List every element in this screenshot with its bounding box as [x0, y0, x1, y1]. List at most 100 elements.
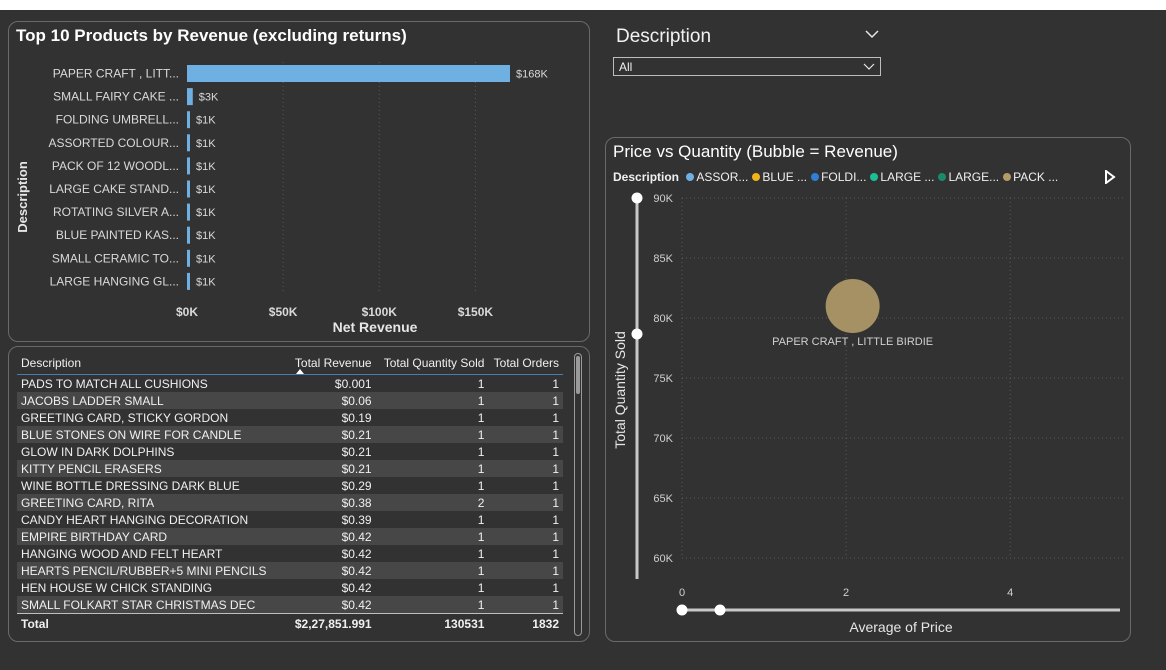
cell-total-orders: 1: [488, 579, 563, 596]
bar-data-label: $1K: [196, 161, 216, 173]
cell-total-revenue: $0.39: [288, 511, 376, 528]
table-row[interactable]: GREETING CARD, RITA $0.38 2 1: [17, 494, 563, 511]
bar[interactable]: [187, 111, 190, 129]
legend-item[interactable]: BLUE ...: [752, 170, 807, 184]
cell-description: CANDY HEART HANGING DECORATION: [17, 511, 289, 528]
bar[interactable]: [187, 88, 193, 106]
table-scrollbar-thumb[interactable]: [576, 356, 580, 394]
table-header-row: Description Total Revenue Total Quantity…: [17, 352, 563, 375]
scatter-y-tick-label: 65K: [653, 493, 673, 505]
scatter-x-tick-label: 4: [1007, 587, 1013, 599]
column-header-total-quantity-sold[interactable]: Total Quantity Sold: [376, 352, 489, 375]
cell-total-quantity: 1: [375, 545, 489, 562]
cell-total-orders: 1: [488, 562, 563, 579]
bar-category-label: ROTATING SILVER A...: [53, 205, 179, 219]
bar[interactable]: [187, 180, 190, 198]
legend-item[interactable]: PACK ...: [1003, 170, 1058, 184]
cell-total-revenue: $0.42: [288, 596, 376, 614]
bar[interactable]: [187, 249, 190, 267]
legend-item[interactable]: LARGE...: [938, 170, 999, 184]
column-header-total-orders[interactable]: Total Orders: [488, 352, 563, 375]
y-zoom-slider-bottom-handle[interactable]: [631, 328, 643, 340]
scatter-bubble[interactable]: [825, 279, 880, 334]
legend-marker: [938, 173, 947, 181]
bar-data-label: $1K: [196, 115, 216, 127]
total-label: Total: [17, 613, 289, 634]
y-zoom-slider-top-handle[interactable]: [631, 192, 643, 204]
table-row[interactable]: HEN HOUSE W CHICK STANDING $0.42 1 1: [17, 579, 563, 596]
scatter-chart[interactable]: Total Quantity Sold Average of Price 90K…: [605, 185, 1145, 645]
table-row[interactable]: BLUE STONES ON WIRE FOR CANDLE $0.21 1 1: [17, 426, 563, 443]
cell-total-revenue: $0.06: [288, 392, 376, 409]
table-row[interactable]: JACOBS LADDER SMALL $0.06 1 1: [17, 392, 563, 409]
scatter-y-tick-label: 60K: [653, 553, 673, 565]
cell-total-quantity: 1: [375, 426, 489, 443]
bar-x-tick-label: $150K: [458, 305, 494, 319]
cell-total-orders: 1: [488, 596, 563, 614]
total-quantity: 130531: [375, 613, 489, 634]
legend-title: Description: [613, 170, 680, 184]
bar[interactable]: [187, 134, 190, 152]
cell-total-quantity: 2: [375, 494, 489, 511]
bar[interactable]: [187, 65, 510, 82]
table-vertical-scrollbar[interactable]: [574, 353, 582, 636]
legend-next-icon[interactable]: [1104, 170, 1116, 184]
cell-total-quantity: 1: [375, 477, 489, 494]
x-zoom-slider-right-handle[interactable]: [714, 604, 726, 616]
bar-category-label: ASSORTED COLOUR...: [49, 136, 179, 150]
table-row[interactable]: CANDY HEART HANGING DECORATION $0.39 1 1: [17, 511, 563, 528]
table-row[interactable]: HANGING WOOD AND FELT HEART $0.42 1 1: [17, 545, 563, 562]
bar-chart-y-axis-label: Description: [15, 161, 30, 233]
table-row[interactable]: KITTY PENCIL ERASERS $0.21 1 1: [17, 460, 563, 477]
cell-total-revenue: $0.29: [288, 477, 376, 494]
legend-item-label: LARGE ...: [880, 170, 935, 184]
slicer-collapse-chevron-icon[interactable]: [862, 24, 882, 44]
description-dropdown[interactable]: All: [613, 57, 881, 76]
table-row[interactable]: GREETING CARD, STICKY GORDON $0.19 1 1: [17, 409, 563, 426]
legend-item-label: BLUE ...: [762, 170, 808, 184]
cell-total-quantity: 1: [375, 460, 489, 477]
cell-total-quantity: 1: [375, 409, 489, 426]
legend-item-label: ASSOR...: [696, 170, 749, 184]
legend-marker: [870, 173, 879, 181]
bar[interactable]: [187, 226, 190, 244]
cell-description: GREETING CARD, STICKY GORDON: [17, 409, 289, 426]
table-row[interactable]: SMALL FOLKART STAR CHRISTMAS DEC $0.42 1 1: [17, 596, 563, 614]
table-row[interactable]: HEARTS PENCIL/RUBBER+5 MINI PENCILS $0.42…: [17, 562, 563, 579]
legend-item[interactable]: LARGE ...: [870, 170, 934, 184]
bar-chart-x-axis-label: Net Revenue: [333, 319, 418, 335]
bar-chart[interactable]: Description Net Revenue $0K $50K $100K $150…: [9, 22, 589, 341]
bar-x-tick-label: $100K: [362, 305, 398, 319]
cell-total-quantity: 1: [375, 443, 489, 460]
bar-category-label: PACK OF 12 WOODL...: [52, 159, 179, 173]
scatter-bubble-label: PAPER CRAFT , LITTLE BIRDIE: [772, 336, 933, 348]
table-row[interactable]: PADS TO MATCH ALL CUSHIONS $0.001 1 1: [17, 374, 563, 392]
table-row[interactable]: WINE BOTTLE DRESSING DARK BLUE $0.29 1 1: [17, 477, 563, 494]
bar-chart-card[interactable]: Top 10 Products by Revenue (excluding re…: [8, 21, 590, 342]
total-orders: 1832: [488, 613, 563, 634]
legend-item[interactable]: FOLDI...: [811, 170, 866, 184]
legend-marker: [1003, 173, 1012, 181]
legend-marker: [811, 173, 820, 181]
bar[interactable]: [187, 157, 190, 175]
bar-data-label: $1K: [196, 138, 216, 150]
cell-total-revenue: $0.42: [288, 528, 376, 545]
bar-data-label: $1K: [196, 207, 216, 219]
cell-total-quantity: 1: [375, 374, 489, 392]
bar[interactable]: [187, 272, 190, 290]
column-header-description[interactable]: Description: [17, 352, 289, 375]
revenue-table: Description Total Revenue Total Quantity…: [17, 352, 563, 634]
cell-description: GREETING CARD, RITA: [17, 494, 289, 511]
table-row[interactable]: GLOW IN DARK DOLPHINS $0.21 1 1: [17, 443, 563, 460]
table-row[interactable]: EMPIRE BIRTHDAY CARD $0.42 1 1: [17, 528, 563, 545]
cell-total-quantity: 1: [375, 528, 489, 545]
scatter-y-tick-label: 70K: [653, 433, 673, 445]
total-revenue: $2,27,851.991: [288, 613, 376, 634]
bar-x-tick-label: $0K: [176, 305, 198, 319]
bar[interactable]: [187, 203, 190, 221]
revenue-table-card[interactable]: Description Total Revenue Total Quantity…: [8, 346, 590, 642]
cell-description: BLUE STONES ON WIRE FOR CANDLE: [17, 426, 289, 443]
cell-total-revenue: $0.001: [288, 374, 376, 392]
x-zoom-slider-left-handle[interactable]: [676, 604, 688, 616]
legend-item[interactable]: ASSOR...: [686, 170, 748, 184]
